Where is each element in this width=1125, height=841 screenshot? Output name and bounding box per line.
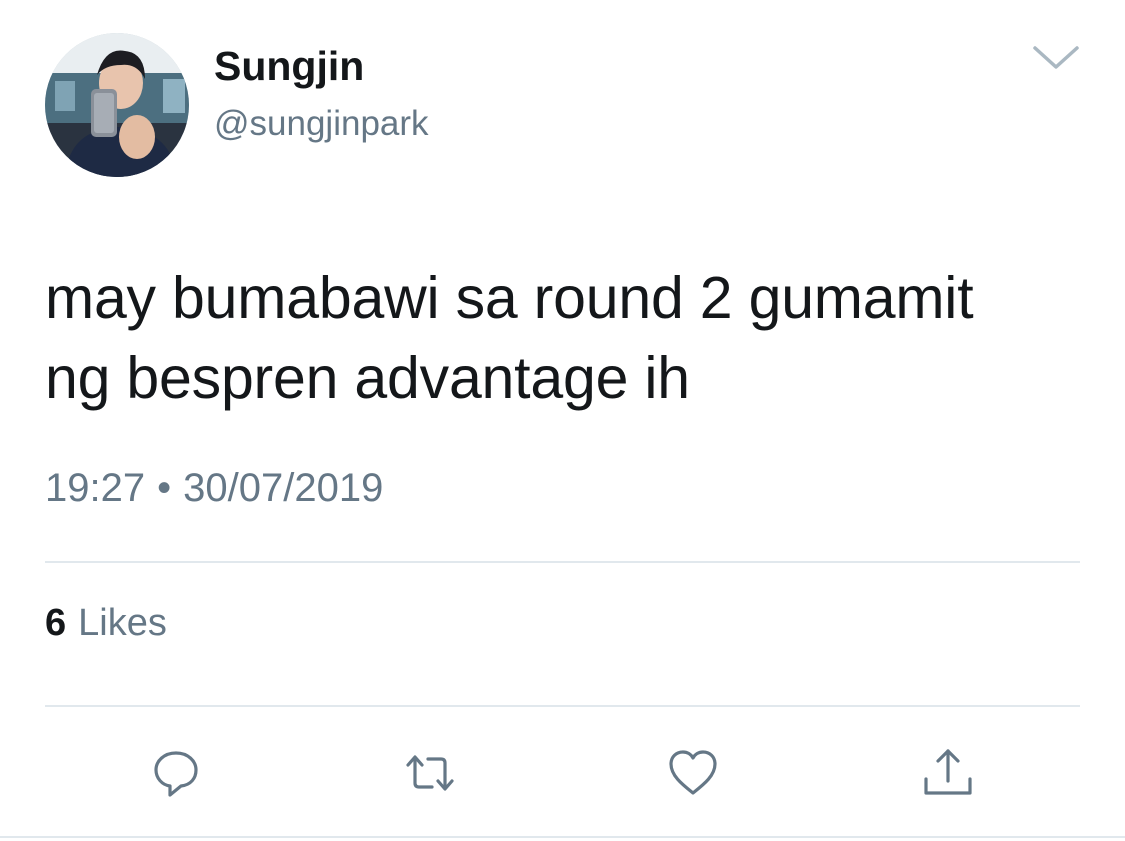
tweet-text-line: may bumabawi sa round 2 gumamit <box>45 265 974 331</box>
avatar[interactable] <box>45 33 189 177</box>
retweet-button[interactable] <box>402 745 458 801</box>
tweet-time: 19:27 <box>45 466 146 510</box>
tweet-text-line: ng bespren advantage ih <box>45 345 690 411</box>
share-button[interactable] <box>920 745 976 801</box>
divider <box>0 836 1125 838</box>
tweet-timestamp[interactable]: 19:27 • 30/07/2019 <box>45 462 383 514</box>
like-button[interactable] <box>665 745 721 801</box>
avatar-photo <box>45 33 189 177</box>
timestamp-separator: • <box>157 466 172 510</box>
heart-icon <box>669 750 717 795</box>
reply-button[interactable] <box>148 745 204 801</box>
likes-count: 6 <box>45 602 67 644</box>
share-icon <box>924 749 972 795</box>
tweet-text: may bumabawi sa round 2 gumamit ng bespr… <box>45 258 1085 418</box>
tweet-detail: Sungjin @sungjinpark may bumabawi sa rou… <box>0 0 1125 841</box>
chevron-down-icon[interactable] <box>1030 40 1082 74</box>
divider <box>45 705 1080 707</box>
likes-stat[interactable]: 6 Likes <box>45 598 167 648</box>
user-handle[interactable]: @sungjinpark <box>214 100 429 148</box>
tweet-date: 30/07/2019 <box>183 466 384 510</box>
display-name[interactable]: Sungjin <box>214 40 364 92</box>
reply-icon <box>154 751 198 797</box>
divider <box>45 561 1080 563</box>
likes-label: Likes <box>78 602 167 644</box>
retweet-icon <box>406 755 454 791</box>
